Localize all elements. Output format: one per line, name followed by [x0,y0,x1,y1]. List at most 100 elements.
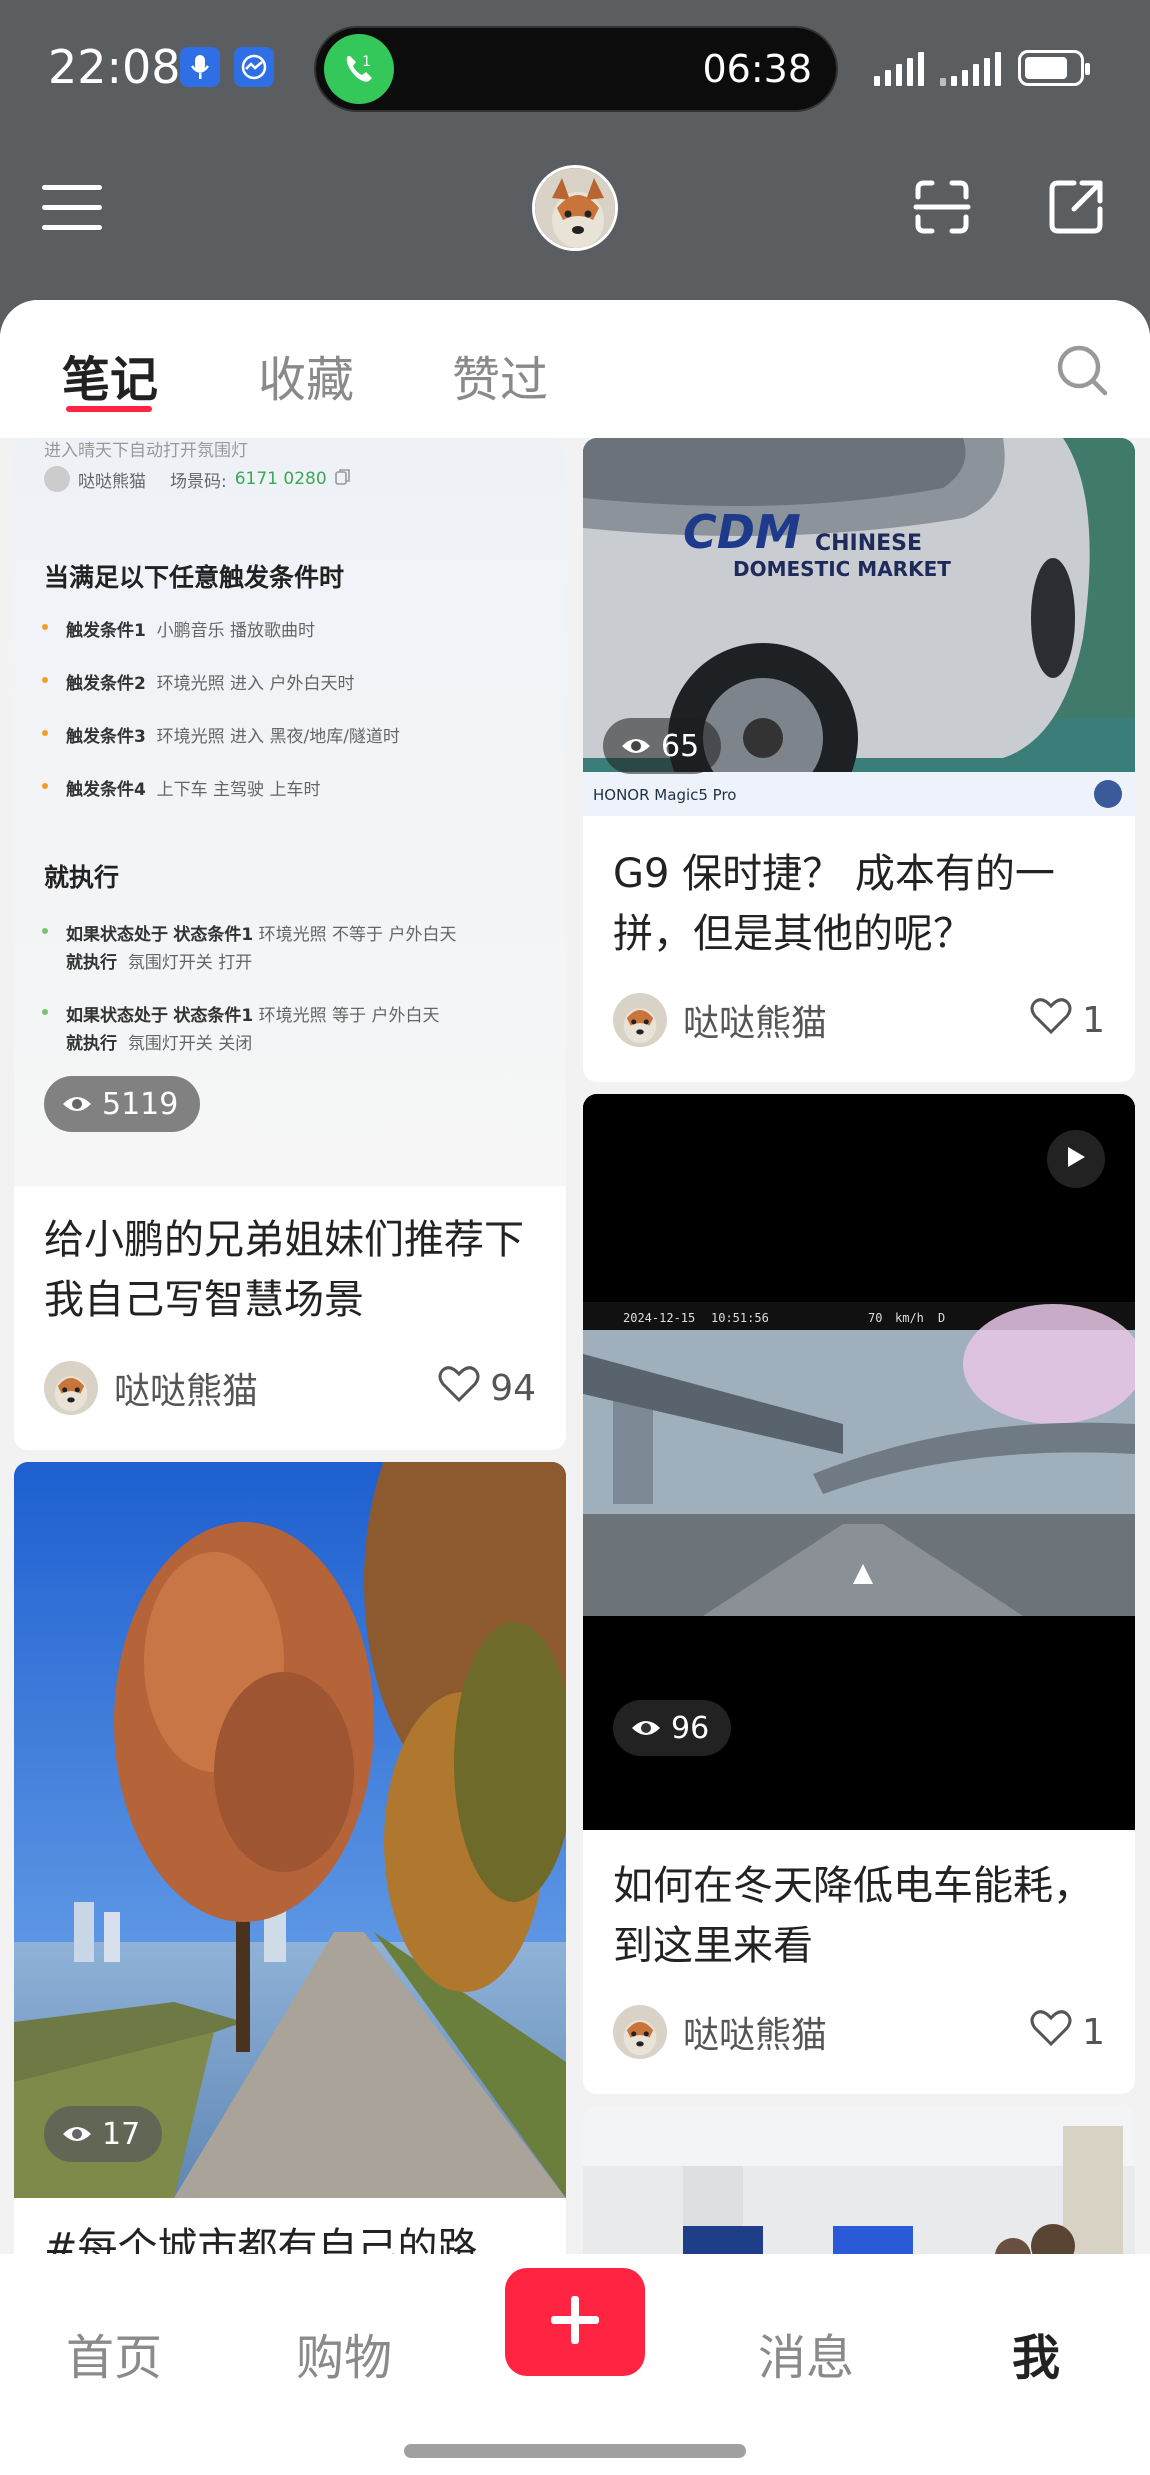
ongoing-call-pill[interactable]: 1 06:38 [314,26,838,112]
author-name: 哒哒熊猫 [114,1371,259,1412]
view-count: 96 [671,1710,710,1746]
profile-header [0,135,1150,305]
doc-trigger-row: 触发条件3 环境光照 进入 黑夜/地库/隧道时 [42,722,546,747]
note-card[interactable]: CDM CHINESE DOMESTIC MARKET HONOR Magic5… [583,438,1135,1082]
action-text: 氛围灯开关 打开 [127,953,253,973]
note-card[interactable]: 进入晴天下自动打开氛围灯 哒哒熊猫 场景码: 6171 0280 当满足以下任意… [14,438,566,1450]
tab-favorites[interactable]: 收藏 [258,340,354,410]
heart-icon [1030,997,1072,1044]
trigger-name: 触发条件2 [66,674,146,694]
doc-author-avatar [44,466,70,492]
profile-tabs: 笔记 收藏 赞过 [0,300,1150,438]
doc-action-row: 如果状态处于 状态条件1 环境光照 等于 户外白天 [42,1001,546,1026]
like-count: 1 [1082,999,1105,1041]
doc-trigger-heading: 当满足以下任意触发条件时 [44,563,345,592]
author-avatar [44,1361,98,1415]
view-count-badge: 5119 [44,1076,201,1132]
search-icon[interactable] [1054,342,1110,398]
home-indicator [404,2444,746,2458]
create-post-button[interactable] [505,2268,645,2376]
trigger-name: 触发条件4 [66,780,146,800]
nav-home[interactable]: 首页 [66,2318,162,2388]
author-avatar [613,2005,667,2059]
like-count: 1 [1082,2011,1105,2053]
car-decal-line-1: CHINESE [815,531,922,556]
view-count: 17 [102,2116,141,2152]
eye-icon [621,729,651,764]
nav-me[interactable]: 我 [1012,2318,1060,2388]
trigger-name: 触发条件1 [66,621,146,641]
author-name: 哒哒熊猫 [683,1003,828,1044]
nav-messages[interactable]: 消息 [758,2318,854,2388]
action-text: 状态条件1 [173,925,254,945]
note-title: #每个城市都有自己的路 [44,2225,478,2254]
dashcam-speed: 70 [868,1311,882,1325]
note-title: G9 保时捷？ 成本有的一拼，但是其他的呢？ [613,851,1055,957]
tab-notes[interactable]: 笔记 [62,340,158,410]
trigger-detail: 上下车 主驾驶 上车时 [156,780,321,800]
like-button[interactable]: 94 [438,1365,536,1412]
note-author-row: 哒哒熊猫 1 [613,2002,1105,2062]
action-text: 如果状态处于 [66,925,168,945]
bottom-navigation: 首页 购物 消息 我 [0,2254,1150,2475]
menu-icon[interactable] [42,185,102,233]
bullet-dot [42,677,48,683]
trigger-name: 触发条件3 [66,727,146,747]
status-bar: 22:08 1 06:38 [0,0,1150,135]
doc-author: 哒哒熊猫 [78,471,146,492]
doc-action-row: 就执行 氛围灯开关 关闭 [44,1029,546,1054]
note-card[interactable] [583,2106,1135,2254]
tab-liked[interactable]: 赞过 [452,340,548,410]
view-count-badge: 96 [613,1700,732,1756]
status-time: 22:08 [48,40,181,94]
action-text: 氛围灯开关 关闭 [127,1034,253,1054]
like-button[interactable]: 1 [1030,2009,1105,2056]
notes-feed: 进入晴天下自动打开氛围灯 哒哒熊猫 场景码: 6171 0280 当满足以下任意… [0,438,1150,2254]
doc-author-row: 哒哒熊猫 场景码: 6171 0280 [44,466,546,492]
note-cover-image [583,2106,1135,2254]
doc-action-row: 如果状态处于 状态条件1 环境光照 不等于 户外白天 [42,920,546,945]
action-text: 就执行 [66,1034,117,1054]
profile-avatar[interactable] [532,165,618,251]
action-text: 环境光照 等于 户外白天 [258,1006,440,1026]
plus-icon [547,2292,603,2352]
like-button[interactable]: 1 [1030,997,1105,1044]
share-icon[interactable] [1046,177,1106,237]
play-button[interactable] [1047,1130,1105,1188]
car-decal-line-2: DOMESTIC MARKET [733,557,951,581]
active-tab-indicator [66,406,152,412]
eye-icon [62,1087,92,1122]
phone-call-icon: 1 [324,34,394,104]
action-text: 环境光照 不等于 户外白天 [258,925,457,945]
like-count: 94 [490,1367,536,1409]
note-cover-image: CDM CHINESE DOMESTIC MARKET HONOR Magic5… [583,438,1135,816]
doc-trigger-row: 触发条件2 环境光照 进入 户外白天时 [42,669,546,694]
dashcam-time: 10:51:56 [711,1311,769,1325]
view-count: 65 [661,728,700,764]
scan-icon[interactable] [912,177,972,237]
scene-screenshot: 进入晴天下自动打开氛围灯 哒哒熊猫 场景码: 6171 0280 当满足以下任意… [14,438,566,1186]
play-icon [1065,1145,1087,1173]
note-cover-image: 进入晴天下自动打开氛围灯 哒哒熊猫 场景码: 6171 0280 当满足以下任意… [14,438,566,1186]
note-cover-image: 17 [14,1462,566,2198]
eye-icon [62,2117,92,2152]
bullet-dot [42,1009,48,1015]
doc-action-heading: 就执行 [44,863,120,892]
note-card[interactable]: 2024-12-15 10:51:56 70 km/h D 96 如何在冬天降低… [583,1094,1135,2094]
battery-icon [1018,50,1090,86]
activity-icon [234,47,274,87]
bullet-dot [42,783,48,789]
doc-scene-label: 场景码: [170,471,227,492]
heart-icon [1030,2009,1072,2056]
note-author-row: 哒哒熊猫 94 [44,1358,536,1418]
content-sheet: 笔记 收藏 赞过 进入晴天下自动打开氛围灯 哒哒熊猫 场景码: 6171 028… [0,300,1150,2254]
note-title: 如何在冬天降低电车能耗，到这里来看 [613,1863,1093,1969]
nav-shop[interactable]: 购物 [296,2318,392,2388]
note-card[interactable]: 17 #每个城市都有自己的路 [14,1462,566,2254]
signal-icon [874,52,924,86]
action-text: 如果状态处于 [66,1006,168,1026]
bullet-dot [42,730,48,736]
photo-watermark: HONOR Magic5 Pro [593,786,736,804]
doc-top-text: 进入晴天下自动打开氛围灯 [44,441,248,461]
note-cover-video: 2024-12-15 10:51:56 70 km/h D 96 [583,1094,1135,1830]
